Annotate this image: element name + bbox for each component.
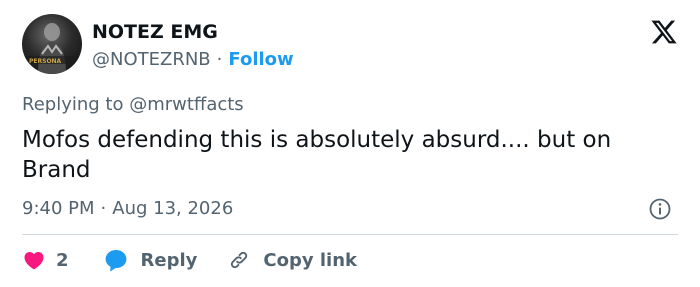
tweet-time: 9:40 PM	[22, 198, 95, 219]
reply-label: Reply	[140, 249, 198, 271]
copy-link-label: Copy link	[263, 249, 357, 271]
action-bar: 2 Reply Copy link	[22, 246, 357, 274]
replying-to: Replying to @mrwtffacts	[22, 93, 244, 117]
author-handle-row: @NOTEZRNB · Follow	[92, 48, 294, 72]
tweet-text: Mofos defending this is absolutely absur…	[22, 127, 612, 183]
replying-to-prefix: Replying to	[22, 94, 130, 115]
author-display-name[interactable]: NOTEZ EMG	[92, 20, 218, 44]
replying-to-handle[interactable]: @mrwtffacts	[129, 94, 243, 115]
divider	[22, 234, 678, 235]
like-button[interactable]: 2	[22, 248, 69, 272]
reply-button[interactable]: Reply	[103, 247, 198, 273]
info-icon[interactable]	[648, 197, 672, 221]
timestamp-separator: ·	[100, 198, 107, 219]
heart-icon	[24, 252, 44, 270]
avatar[interactable]: PERSONA	[22, 14, 82, 74]
tweet-card: PERSONA NOTEZ EMG @NOTEZRNB · Follow Reply…	[0, 0, 700, 287]
svg-text:PERSONA: PERSONA	[29, 58, 62, 65]
follow-button[interactable]: Follow	[228, 49, 293, 70]
tweet-timestamp[interactable]: 9:40 PM · Aug 13, 2026	[22, 197, 233, 221]
tweet-date: Aug 13, 2026	[112, 198, 234, 219]
avatar-image: PERSONA	[22, 23, 82, 74]
author-handle[interactable]: @NOTEZRNB	[92, 49, 211, 70]
speech-bubble-icon	[105, 250, 126, 272]
separator-dot: ·	[216, 49, 223, 70]
link-icon	[231, 251, 248, 269]
copy-link-button[interactable]: Copy link	[227, 248, 357, 272]
x-logo-icon[interactable]	[650, 18, 678, 46]
like-count: 2	[56, 249, 69, 271]
